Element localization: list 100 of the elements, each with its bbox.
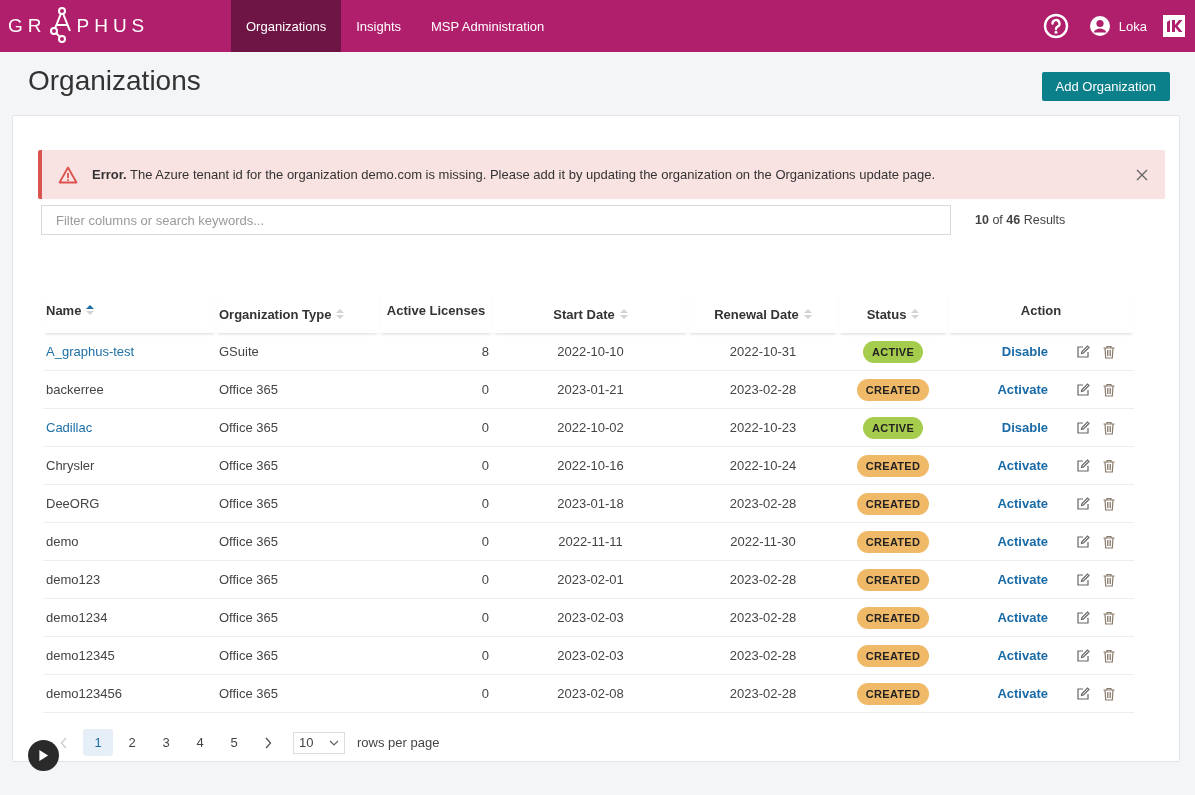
license-count: 8 (481, 344, 489, 359)
start-date: 2023-02-03 (557, 648, 624, 663)
action-link[interactable]: Activate (997, 458, 1048, 473)
organization-name: DeeORG (46, 496, 100, 511)
start-date: 2023-02-03 (557, 610, 624, 625)
play-button[interactable] (28, 740, 59, 771)
status-badge: CREATED (856, 682, 930, 705)
start-date: 2022-10-16 (557, 458, 624, 473)
status-badge: CREATED (856, 530, 930, 553)
organization-type: Office 365 (219, 534, 279, 549)
trash-icon[interactable] (1102, 458, 1116, 473)
license-count: 0 (481, 496, 489, 511)
action-link[interactable]: Disable (1001, 344, 1048, 359)
action-link[interactable]: Activate (997, 534, 1048, 549)
action-link[interactable]: Activate (997, 648, 1048, 663)
renewal-date: 2023-02-28 (729, 382, 797, 397)
action-link[interactable]: Disable (1001, 420, 1048, 435)
status-badge: ACTIVE (862, 340, 924, 363)
organization-name: demo1234 (46, 610, 108, 625)
status-badge: CREATED (856, 568, 930, 591)
trash-icon[interactable] (1102, 534, 1116, 549)
logo: GR PHUS (0, 0, 223, 52)
trash-icon[interactable] (1102, 496, 1116, 511)
renewal-date: 2022-10-23 (729, 420, 797, 435)
search-field[interactable]: Filter columns or search keywords... (41, 205, 951, 235)
edit-icon[interactable] (1076, 534, 1090, 549)
action-link[interactable]: Activate (997, 572, 1048, 587)
status-badge: CREATED (856, 454, 930, 477)
column-header[interactable]: Renewal Date (714, 306, 799, 322)
trash-icon[interactable] (1102, 382, 1116, 397)
action-link[interactable]: Activate (997, 496, 1048, 511)
edit-icon[interactable] (1076, 382, 1090, 397)
column-header[interactable]: Status (866, 306, 907, 322)
license-count: 0 (481, 382, 489, 397)
action-link[interactable]: Activate (997, 382, 1048, 397)
help-icon[interactable] (1042, 13, 1069, 39)
trash-icon[interactable] (1102, 610, 1116, 625)
trash-icon[interactable] (1102, 344, 1116, 359)
edit-icon[interactable] (1076, 648, 1090, 663)
warning-icon (58, 165, 78, 184)
edit-icon[interactable] (1076, 572, 1090, 587)
organization-name: backerree (46, 382, 104, 397)
start-date: 2022-11-11 (558, 534, 623, 549)
organization-link[interactable]: A_graphus-test (46, 344, 135, 359)
page-button[interactable]: 2 (117, 729, 147, 756)
organization-link[interactable]: Cadillac (46, 420, 93, 435)
edit-icon[interactable] (1076, 344, 1090, 359)
trash-icon[interactable] (1102, 686, 1116, 701)
trash-icon[interactable] (1102, 420, 1116, 435)
status-badge: CREATED (856, 378, 930, 401)
trash-icon[interactable] (1102, 572, 1116, 587)
edit-icon[interactable] (1076, 458, 1090, 473)
edit-icon[interactable] (1076, 420, 1090, 435)
start-date: 2022-10-10 (557, 344, 624, 359)
edit-icon[interactable] (1076, 496, 1090, 511)
renewal-date: 2023-02-28 (729, 610, 797, 625)
organization-type: Office 365 (219, 382, 279, 397)
brand-logo-icon (1163, 15, 1185, 37)
license-count: 0 (481, 534, 489, 549)
organization-type: Office 365 (219, 496, 279, 511)
rows-per-page-select[interactable]: 10 (293, 731, 345, 754)
trash-icon[interactable] (1102, 648, 1116, 663)
organization-name: demo (46, 534, 79, 549)
nav-tab[interactable]: Organizations (231, 0, 342, 52)
page-button[interactable]: 3 (151, 729, 181, 756)
license-count: 0 (481, 648, 489, 663)
action-link[interactable]: Activate (997, 610, 1048, 625)
page-button[interactable]: 5 (219, 729, 249, 756)
play-icon (38, 749, 49, 762)
organization-type: Office 365 (219, 610, 279, 625)
status-badge: ACTIVE (862, 416, 924, 439)
page-button[interactable]: 1 (83, 729, 113, 756)
start-date: 2023-02-01 (557, 572, 624, 587)
license-count: 0 (481, 572, 489, 587)
organization-type: Office 365 (219, 686, 279, 701)
action-link[interactable]: Activate (997, 686, 1048, 701)
renewal-date: 2022-10-24 (729, 458, 797, 473)
nav-tab[interactable]: Insights (341, 0, 417, 52)
license-count: 0 (481, 458, 489, 473)
nav-tab[interactable]: MSP Administration (416, 0, 560, 52)
license-count: 0 (481, 610, 489, 625)
column-header[interactable]: Organization Type (219, 306, 332, 322)
close-icon[interactable] (1135, 167, 1149, 182)
page-button[interactable]: 4 (185, 729, 215, 756)
organization-type: Office 365 (219, 648, 279, 663)
user-avatar-icon[interactable] (1088, 15, 1111, 37)
organization-name: demo12345 (46, 648, 115, 663)
sort-icon[interactable] (86, 304, 95, 316)
column-header[interactable]: Start Date (553, 306, 615, 322)
edit-icon[interactable] (1076, 686, 1090, 701)
renewal-date: 2023-02-28 (729, 572, 797, 587)
column-header: Action (1020, 302, 1062, 318)
column-header: Active Licenses (386, 302, 486, 318)
add-organization-button[interactable]: Add Organization (1041, 72, 1170, 101)
user-name[interactable]: Loka (1118, 18, 1147, 34)
chevron-down-icon[interactable] (329, 739, 339, 746)
rows-per-page-label: rows per page (357, 735, 440, 750)
chevron-right-icon[interactable] (264, 736, 272, 749)
column-header[interactable]: Name (46, 302, 82, 318)
edit-icon[interactable] (1076, 610, 1090, 625)
